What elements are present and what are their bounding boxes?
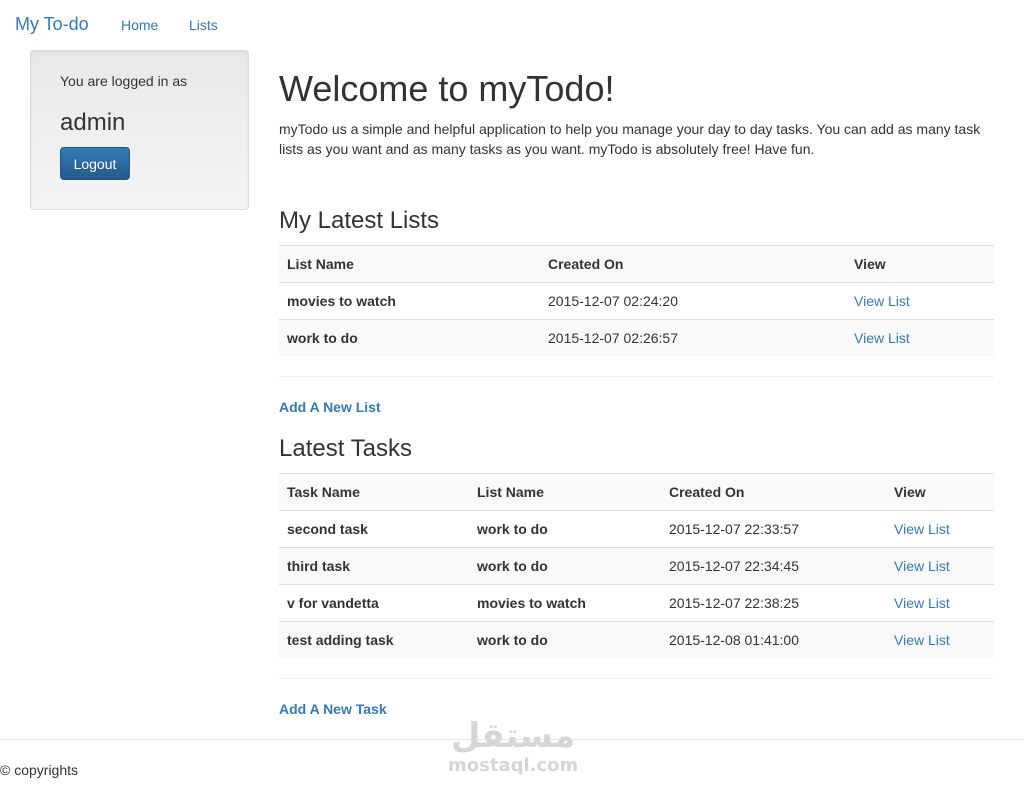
- nav-home-link[interactable]: Home: [121, 17, 158, 33]
- created-on-cell: 2015-12-07 02:24:20: [548, 293, 678, 309]
- table-row: v for vandetta movies to watch 2015-12-0…: [279, 584, 994, 622]
- created-on-cell: 2015-12-08 01:41:00: [669, 632, 799, 648]
- view-list-link[interactable]: View List: [894, 558, 950, 574]
- view-list-link[interactable]: View List: [854, 330, 910, 346]
- column-header: Task Name: [279, 473, 469, 511]
- created-on-cell: 2015-12-07 02:26:57: [548, 330, 678, 346]
- page-title: Welcome to myTodo!: [279, 68, 615, 109]
- navbar: My To-do Home Lists: [0, 0, 1024, 50]
- table-row: second task work to do 2015-12-07 22:33:…: [279, 510, 994, 548]
- divider: [279, 376, 994, 377]
- task-name-cell: third task: [287, 558, 351, 574]
- list-name-cell: work to do: [477, 521, 548, 537]
- view-list-link[interactable]: View List: [894, 521, 950, 537]
- column-header: List Name: [469, 473, 661, 511]
- task-name-cell: test adding task: [287, 632, 394, 648]
- list-name-cell: movies to watch: [477, 595, 586, 611]
- watermark-text: mostaql.com: [448, 755, 579, 776]
- table-header-row: Task Name List Name Created On View: [279, 473, 994, 511]
- latest-tasks-table: Task Name List Name Created On View seco…: [279, 473, 994, 658]
- watermark-logo: مستقل: [450, 716, 576, 756]
- list-name-cell: work to do: [477, 632, 548, 648]
- username: admin: [60, 109, 126, 136]
- logged-in-text: You are logged in as: [60, 73, 188, 89]
- column-header: Created On: [661, 473, 886, 511]
- add-new-task-link[interactable]: Add A New Task: [279, 701, 387, 717]
- user-panel: You are logged in as admin Logout: [30, 50, 249, 210]
- brand-link[interactable]: My To-do: [15, 14, 89, 35]
- latest-lists-title: My Latest Lists: [279, 207, 440, 234]
- table-row: movies to watch 2015-12-07 02:24:20 View…: [279, 282, 994, 320]
- latest-tasks-title: Latest Tasks: [279, 435, 412, 462]
- view-list-link[interactable]: View List: [894, 632, 950, 648]
- add-new-list-link[interactable]: Add A New List: [279, 399, 381, 415]
- table-row: third task work to do 2015-12-07 22:34:4…: [279, 547, 994, 585]
- nav-lists-link[interactable]: Lists: [189, 17, 218, 33]
- column-header: Created On: [540, 245, 846, 283]
- intro-text: myTodo us a simple and helpful applicati…: [279, 121, 981, 157]
- table-row: work to do 2015-12-07 02:26:57 View List: [279, 319, 994, 356]
- created-on-cell: 2015-12-07 22:33:57: [669, 521, 799, 537]
- view-list-link[interactable]: View List: [894, 595, 950, 611]
- list-name-cell: movies to watch: [287, 293, 396, 309]
- latest-lists-table: List Name Created On View movies to watc…: [279, 245, 994, 356]
- list-name-cell: work to do: [287, 330, 358, 346]
- table-row: test adding task work to do 2015-12-08 0…: [279, 621, 994, 658]
- task-name-cell: v for vandetta: [287, 595, 379, 611]
- table-header-row: List Name Created On View: [279, 245, 994, 283]
- divider: [279, 678, 994, 679]
- view-list-link[interactable]: View List: [854, 293, 910, 309]
- copyright-text: © copyrights: [0, 762, 79, 778]
- column-header: View: [846, 245, 994, 283]
- created-on-cell: 2015-12-07 22:34:45: [669, 558, 799, 574]
- column-header: List Name: [279, 245, 540, 283]
- list-name-cell: work to do: [477, 558, 548, 574]
- watermark: مستقل mostaql.com: [448, 716, 578, 776]
- column-header: View: [886, 473, 994, 511]
- logout-button[interactable]: Logout: [60, 147, 130, 180]
- created-on-cell: 2015-12-07 22:38:25: [669, 595, 799, 611]
- task-name-cell: second task: [287, 521, 368, 537]
